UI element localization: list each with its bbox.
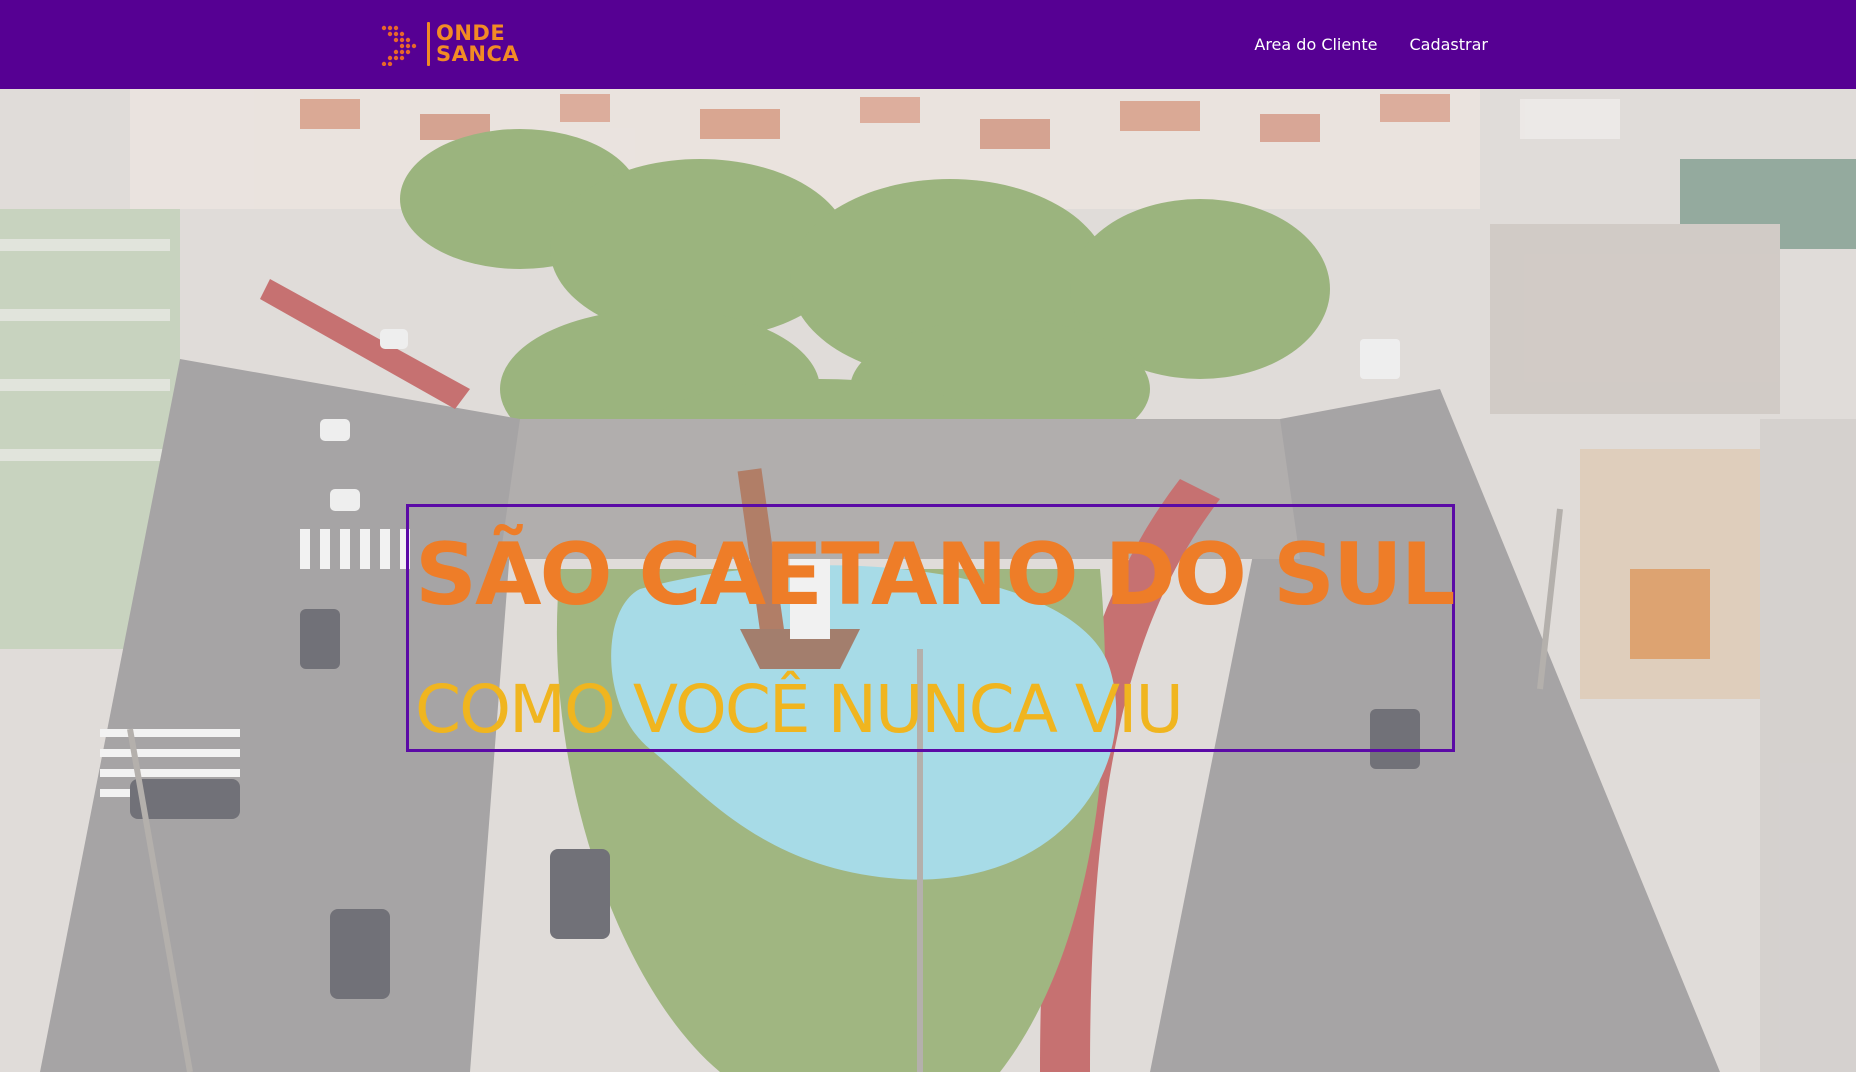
hero-banner: SÃO CAETANO DO SUL COMO VOCÊ NUNCA VIU — [0, 89, 1856, 1072]
nav-area-do-cliente[interactable]: Area do Cliente — [1254, 35, 1377, 54]
logo-wordmark: ONDE SANCA — [436, 23, 519, 65]
logo-divider — [427, 22, 430, 66]
hero-subheadline: COMO VOCÊ NUNCA VIU — [415, 671, 1184, 748]
onde-sanca-logo[interactable]: ONDE SANCA — [379, 16, 527, 72]
logo-line-2: SANCA — [436, 42, 520, 66]
nav-cadastrar[interactable]: Cadastrar — [1409, 35, 1488, 54]
hero-headline: SÃO CAETANO DO SUL — [415, 525, 1456, 625]
main-nav: Area do Cliente Cadastrar — [1254, 0, 1488, 89]
logo-arrow-dots-icon — [381, 25, 417, 66]
logo-line-1: ONDE — [436, 21, 506, 45]
headline-frame: SÃO CAETANO DO SUL COMO VOCÊ NUNCA VIU — [406, 504, 1456, 752]
top-navbar: ONDE SANCA Area do Cliente Cadastrar — [0, 0, 1856, 89]
